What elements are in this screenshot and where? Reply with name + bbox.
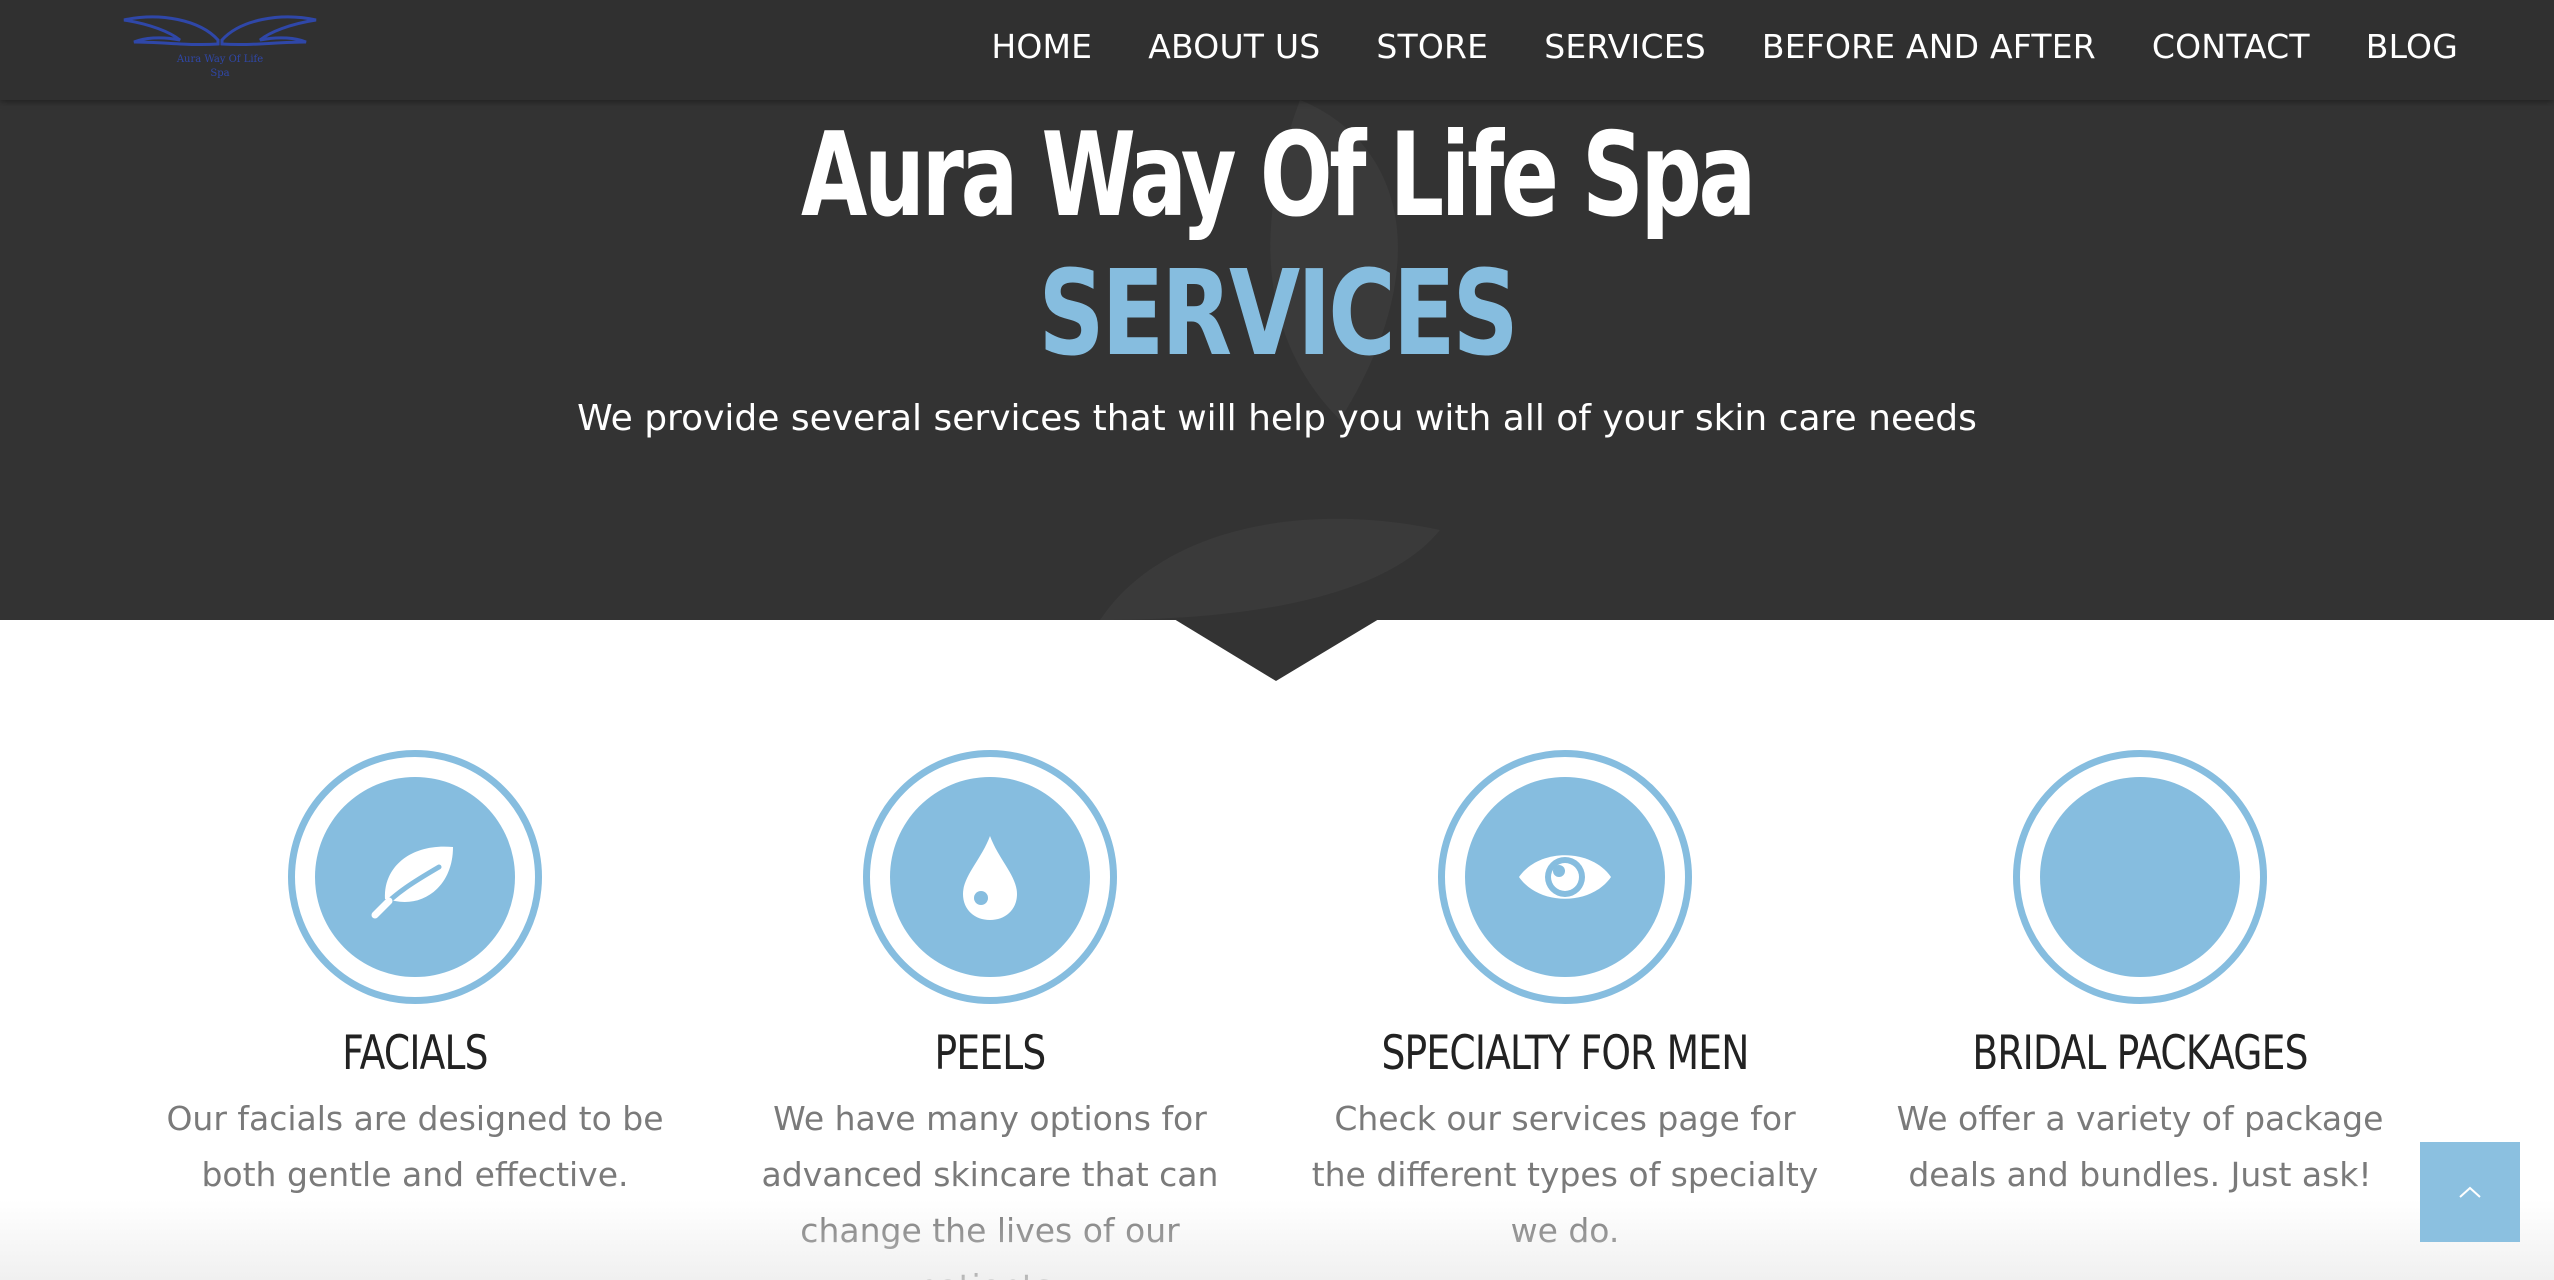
nav-item-blog[interactable]: BLOG bbox=[2366, 27, 2458, 66]
service-card-bridal-packages: BRIDAL PACKAGES We offer a variety of pa… bbox=[1870, 750, 2410, 1203]
site-logo[interactable]: Aura Way Of Life Spa bbox=[120, 10, 320, 86]
logo-text-name: Aura Way Of Life bbox=[176, 54, 264, 65]
service-title: BRIDAL PACKAGES bbox=[1972, 1026, 2308, 1081]
service-card-facials: FACIALS Our facials are designed to be b… bbox=[145, 750, 685, 1203]
hero-title: Aura Way Of Life Spa bbox=[801, 108, 1756, 243]
service-description: Our facials are designed to be both gent… bbox=[166, 1099, 664, 1194]
logo-text-spa: Spa bbox=[210, 68, 230, 79]
nav-item-store[interactable]: STORE bbox=[1376, 27, 1488, 66]
hero-subtitle: SERVICES bbox=[1038, 244, 1518, 382]
service-title: PEELS bbox=[934, 1026, 1046, 1081]
service-description: We offer a variety of package deals and … bbox=[1896, 1099, 2384, 1194]
section-notch bbox=[1174, 619, 1379, 681]
droplet-icon bbox=[963, 836, 1017, 920]
service-title: SPECIALTY FOR MEN bbox=[1381, 1026, 1749, 1081]
scroll-to-top-button[interactable] bbox=[2420, 1142, 2520, 1242]
nav-item-contact[interactable]: CONTACT bbox=[2152, 27, 2310, 66]
nav-item-services[interactable]: SERVICES bbox=[1544, 27, 1706, 66]
top-navbar: Aura Way Of Life Spa HOME ABOUT US STORE… bbox=[0, 0, 2554, 100]
service-icon-ring[interactable] bbox=[288, 750, 542, 1004]
empty-icon-disc bbox=[2040, 777, 2240, 977]
leaf-icon bbox=[371, 846, 453, 919]
service-icon-ring[interactable] bbox=[863, 750, 1117, 1004]
nav-item-about-us[interactable]: ABOUT US bbox=[1148, 27, 1320, 66]
service-icon-ring[interactable] bbox=[1438, 750, 1692, 1004]
nav-item-before-and-after[interactable]: BEFORE AND AFTER bbox=[1762, 27, 2096, 66]
nav-item-home[interactable]: HOME bbox=[991, 27, 1092, 66]
main-nav: HOME ABOUT US STORE SERVICES BEFORE AND … bbox=[991, 0, 2458, 92]
service-icon-ring[interactable] bbox=[2013, 750, 2267, 1004]
service-card-specialty-for-men: SPECIALTY FOR MEN Check our services pag… bbox=[1295, 750, 1835, 1259]
eye-icon bbox=[1519, 855, 1611, 899]
hero-tagline: We provide several services that will he… bbox=[577, 398, 1977, 439]
wings-logo-icon bbox=[123, 15, 317, 47]
bottom-shadow bbox=[0, 1200, 2554, 1280]
chevron-up-icon bbox=[2459, 1186, 2481, 1198]
service-title: FACIALS bbox=[342, 1026, 488, 1081]
